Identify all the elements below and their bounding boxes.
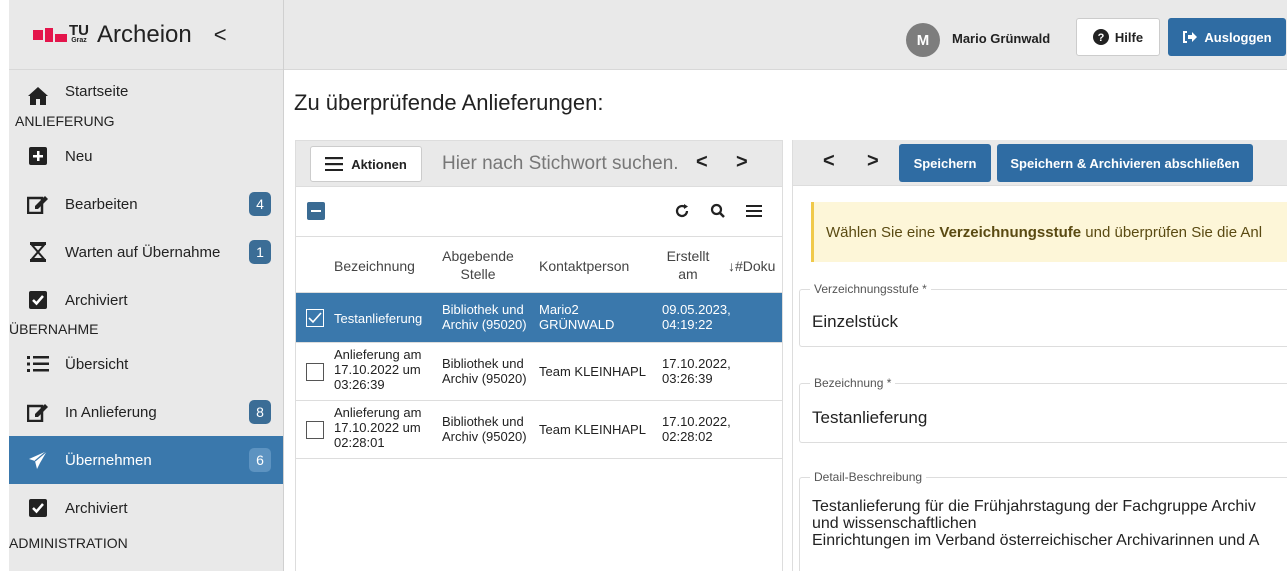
sidebar-item-bearbeiten[interactable]: Bearbeiten 4 (9, 180, 283, 228)
level-value: Einzelstück (812, 312, 898, 331)
home-icon (27, 85, 49, 107)
tu-graz-logo[interactable]: TU Graz (33, 23, 89, 44)
actions-button[interactable]: Aktionen (310, 146, 422, 182)
help-button[interactable]: ? Hilfe (1076, 18, 1160, 56)
description-field[interactable]: Detail-Beschreibung Testanlieferung für … (799, 470, 1287, 571)
row-checkbox[interactable] (306, 309, 324, 327)
column-header-erstellt-am[interactable]: Erstellt am (662, 247, 714, 283)
row-checkbox[interactable] (306, 421, 324, 439)
brand-header: TU Graz Archeion < (9, 0, 283, 70)
search-icon[interactable] (708, 201, 728, 221)
column-header-kontaktperson[interactable]: Kontaktperson (539, 257, 629, 275)
plus-square-icon (27, 145, 49, 167)
column-header-abgebende-stelle[interactable]: Abgebende Stelle (442, 247, 514, 283)
prev-page-icon[interactable]: < (696, 151, 708, 174)
row-checkbox[interactable] (306, 363, 324, 381)
detail-toolbar: < > Speichern Speichern & Archivieren ab… (793, 140, 1287, 186)
hourglass-icon (27, 241, 49, 263)
check-square-icon (27, 497, 49, 519)
save-button[interactable]: Speichern (899, 144, 991, 182)
next-page-icon[interactable]: > (736, 151, 748, 174)
detail-panel: < > Speichern Speichern & Archivieren ab… (792, 140, 1287, 571)
description-text: Testanlieferung für die Frühjahrstagung … (812, 498, 1260, 549)
list-tools (296, 187, 782, 237)
table-row[interactable]: Anlieferung am 17.10.2022 um 02:28:01 Bi… (296, 401, 782, 459)
sidebar-item-in-anlieferung[interactable]: In Anlieferung 8 (9, 388, 283, 436)
count-badge: 4 (249, 192, 271, 216)
sidebar-item-warten[interactable]: Warten auf Übernahme 1 (9, 228, 283, 276)
sidebar-item-uebernehmen[interactable]: Übernehmen 6 (9, 436, 283, 484)
sidebar-item-uebersicht[interactable]: Übersicht (9, 340, 283, 388)
column-header-bezeichnung[interactable]: Bezeichnung (334, 257, 415, 275)
sidebar-item-label: Startseite (65, 82, 129, 100)
table-row[interactable]: Anlieferung am 17.10.2022 um 03:26:39 Bi… (296, 343, 782, 401)
check-square-icon (27, 289, 49, 311)
column-header-dokumente[interactable]: ↓#Doku (728, 257, 775, 275)
name-field[interactable]: Bezeichnung * Testanlieferung (799, 376, 1287, 443)
list-toolbar: Aktionen Hier nach Stichwort suchen. < > (296, 141, 782, 187)
sidebar-item-neu[interactable]: Neu (9, 132, 283, 180)
section-administration: ADMINISTRATION (9, 535, 128, 551)
question-circle-icon: ? (1092, 29, 1109, 45)
sidebar: TU Graz Archeion < Startseite ANLIEFERUNG… (9, 0, 284, 571)
sidebar-item-label: In Anlieferung (65, 403, 157, 421)
sidebar-item-label: Übersicht (65, 355, 129, 373)
name-value: Testanlieferung (812, 408, 928, 427)
top-header: M Mario Grünwald ? Hilfe Ausloggen (284, 0, 1287, 70)
avatar[interactable]: M (906, 23, 940, 57)
user-name: Mario Grünwald (952, 31, 1051, 46)
sidebar-item-label: Übernehmen (65, 451, 152, 469)
svg-text:?: ? (1098, 32, 1105, 44)
menu-icon (325, 157, 344, 171)
list-icon (27, 353, 49, 375)
select-all-checkbox[interactable] (307, 202, 325, 220)
check-icon (308, 312, 322, 324)
app-name: Archeion (97, 20, 192, 48)
sign-out-icon (1183, 31, 1198, 43)
delivery-list-panel: Aktionen Hier nach Stichwort suchen. < >… (295, 140, 783, 571)
table-header: Bezeichnung Abgebende Stelle Kontaktpers… (296, 237, 782, 293)
field-label: Bezeichnung * (810, 376, 896, 390)
table-row[interactable]: Testanlieferung Bibliothek und Archiv (9… (296, 293, 782, 343)
sidebar-item-label: Warten auf Übernahme (65, 243, 221, 261)
sidebar-item-label: Archiviert (65, 291, 128, 309)
field-label: Detail-Beschreibung (810, 470, 927, 484)
count-badge: 8 (249, 400, 271, 424)
paper-plane-icon (27, 449, 49, 471)
prev-record-icon[interactable]: < (823, 150, 835, 173)
collapse-sidebar-icon[interactable]: < (214, 22, 227, 48)
count-badge: 6 (249, 448, 271, 472)
search-input[interactable]: Hier nach Stichwort suchen. (442, 153, 679, 175)
sidebar-item-label: Bearbeiten (65, 195, 138, 213)
edit-icon (27, 401, 49, 423)
save-and-archive-button[interactable]: Speichern & Archivieren abschließen (997, 144, 1253, 182)
column-menu-icon[interactable] (744, 201, 764, 221)
refresh-icon[interactable] (672, 201, 692, 221)
sidebar-item-archiviert[interactable]: Archiviert (9, 276, 283, 324)
next-record-icon[interactable]: > (867, 150, 879, 173)
count-badge: 1 (249, 240, 271, 264)
logout-button[interactable]: Ausloggen (1168, 18, 1286, 56)
sidebar-item-startseite[interactable]: Startseite (9, 70, 283, 122)
info-alert: Wählen Sie eine Verzeichnungsstufe und ü… (811, 202, 1287, 262)
sidebar-item-label: Neu (65, 147, 93, 165)
sidebar-item-label: Archiviert (65, 499, 128, 517)
sidebar-item-archiviert-2[interactable]: Archiviert (9, 484, 283, 532)
level-field[interactable]: Verzeichnungsstufe * Einzelstück (799, 282, 1287, 347)
page-title: Zu überprüfende Anlieferungen: (294, 90, 604, 115)
field-label: Verzeichnungsstufe * (810, 282, 931, 296)
edit-icon (27, 193, 49, 215)
